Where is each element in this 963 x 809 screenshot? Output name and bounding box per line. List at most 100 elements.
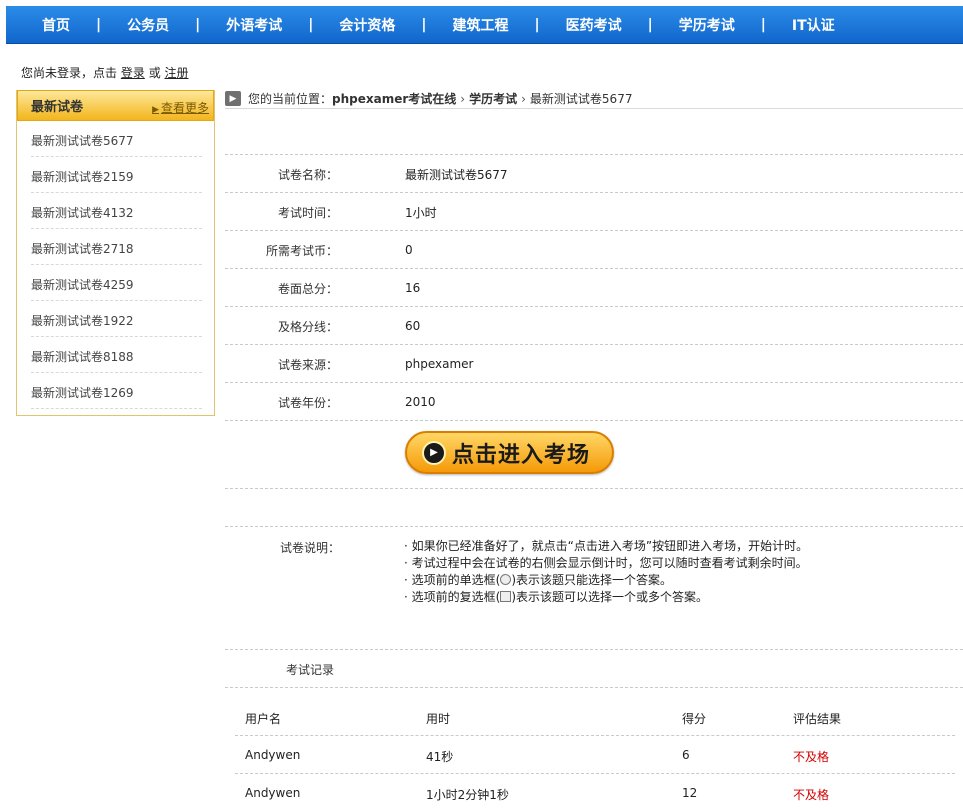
exam-source-label: 试卷来源： bbox=[277, 357, 338, 372]
notes-label: 试卷说明： bbox=[280, 541, 341, 555]
exam-name-row: 试卷名称： 最新测试试卷5677 bbox=[225, 155, 963, 193]
exam-name-value: 最新测试试卷5677 bbox=[405, 167, 508, 182]
sidebar-paper-link[interactable]: 最新测试试卷4132 bbox=[31, 206, 134, 220]
cell-score: 6 bbox=[682, 748, 690, 762]
nav-separator: | bbox=[195, 16, 201, 33]
radio-icon bbox=[500, 574, 512, 585]
cell-result: 不及格 bbox=[793, 750, 830, 764]
exam-coins-label: 所需考试币： bbox=[265, 243, 338, 258]
enter-exam-label: 点击进入考场 bbox=[452, 442, 591, 468]
login-status: 您尚未登录，点击 登录 或 注册 bbox=[21, 64, 189, 81]
top-navigation: 首页 | 公务员 | 外语考试 | 会计资格 | 建筑工程 | 医药考试 | 学历考试 | I… bbox=[6, 6, 963, 44]
sidebar-paper-link[interactable]: 最新测试试卷4259 bbox=[31, 278, 134, 292]
cell-time: 41秒 bbox=[426, 750, 454, 764]
register-link[interactable]: 注册 bbox=[165, 66, 189, 80]
breadcrumb-site-link[interactable]: phpexamer考试在线 bbox=[332, 90, 456, 107]
latest-papers-sidebar: 最新试卷 ▶ 查看更多 最新测试试卷5677 最新测试试卷2159 最新测试试卷4… bbox=[16, 90, 215, 416]
exam-total-label: 卷面总分： bbox=[277, 281, 338, 296]
instruction-line: 选项前的单选框()表示该题只能选择一个答案。 bbox=[404, 572, 808, 589]
nav-it-cert[interactable]: IT认证 bbox=[784, 15, 843, 35]
exam-total-value: 16 bbox=[405, 281, 421, 295]
col-header-username: 用户名 bbox=[245, 712, 282, 726]
play-icon: ▶ bbox=[422, 440, 446, 465]
exam-time-row: 考试时间： 1小时 bbox=[225, 193, 963, 231]
exam-year-value: 2010 bbox=[405, 395, 436, 409]
col-header-score: 得分 bbox=[682, 712, 707, 726]
checkbox-icon bbox=[500, 591, 512, 602]
sidebar-paper-link[interactable]: 最新测试试卷1269 bbox=[31, 386, 134, 400]
sidebar-item: 最新测试试卷8188 bbox=[31, 337, 202, 373]
exam-year-label: 试卷年份： bbox=[277, 395, 338, 410]
chevron-right-icon: ▶ bbox=[225, 91, 241, 106]
sidebar-item: 最新测试试卷2718 bbox=[31, 229, 202, 265]
cell-score: 12 bbox=[682, 786, 698, 800]
sidebar-paper-link[interactable]: 最新测试试卷2718 bbox=[31, 242, 134, 256]
exam-total-row: 卷面总分： 16 bbox=[225, 269, 963, 307]
login-prompt: 您尚未登录，点击 bbox=[21, 66, 118, 80]
view-more-link[interactable]: ▶ 查看更多 bbox=[152, 99, 209, 116]
nav-separator: | bbox=[96, 16, 102, 33]
nav-foreign-language[interactable]: 外语考试 bbox=[218, 15, 290, 35]
nav-separator: | bbox=[421, 16, 427, 33]
nav-medicine[interactable]: 医药考试 bbox=[558, 15, 630, 35]
col-header-time: 用时 bbox=[426, 712, 451, 726]
instruction-line: 选项前的复选框()表示该题可以选择一个或多个答案。 bbox=[404, 589, 808, 606]
breadcrumb-current: 最新测试试卷5677 bbox=[529, 92, 633, 106]
login-or: 或 bbox=[148, 66, 161, 80]
exam-coins-value: 0 bbox=[405, 243, 413, 257]
divider bbox=[225, 687, 963, 688]
cell-time: 1小时2分钟1秒 bbox=[426, 788, 509, 802]
records-title: 考试记录 bbox=[286, 663, 335, 677]
sidebar-item: 最新测试试卷5677 bbox=[31, 121, 202, 157]
cell-username: Andywen bbox=[245, 748, 301, 762]
login-link[interactable]: 登录 bbox=[121, 66, 145, 80]
nav-separator: | bbox=[647, 16, 653, 33]
breadcrumb-prefix: 您的当前位置： bbox=[248, 92, 333, 106]
exam-pass-value: 60 bbox=[405, 319, 421, 333]
cell-result: 不及格 bbox=[793, 788, 830, 802]
divider bbox=[225, 526, 963, 527]
exam-pass-label: 及格分线： bbox=[277, 319, 338, 334]
sidebar-item: 最新测试试卷1269 bbox=[31, 373, 202, 409]
sidebar-item: 最新测试试卷4132 bbox=[31, 193, 202, 229]
table-row: Andywen 41秒 6 不及格 bbox=[235, 736, 955, 774]
arrow-right-icon: ▶ bbox=[152, 105, 159, 115]
sidebar-paper-link[interactable]: 最新测试试卷2159 bbox=[31, 170, 134, 184]
sidebar-paper-link[interactable]: 最新测试试卷8188 bbox=[31, 350, 134, 364]
breadcrumb-separator-icon: › bbox=[460, 91, 466, 106]
breadcrumb-category-link[interactable]: 学历考试 bbox=[469, 90, 517, 107]
nav-accounting[interactable]: 会计资格 bbox=[331, 15, 403, 35]
instruction-line: 考试过程中会在试卷的右侧会显示倒计时，您可以随时查看考试剩余时间。 bbox=[404, 555, 808, 572]
sidebar-item: 最新测试试卷1922 bbox=[31, 301, 202, 337]
nav-home[interactable]: 首页 bbox=[34, 15, 78, 35]
exam-name-label: 试卷名称： bbox=[277, 167, 338, 182]
exam-source-row: 试卷来源： phpexamer bbox=[225, 345, 963, 383]
records-table: 用户名 用时 得分 评估结果 Andywen 41秒 6 不及格 Andywen… bbox=[235, 698, 955, 809]
exam-time-value: 1小时 bbox=[405, 205, 437, 220]
breadcrumb-separator-icon: › bbox=[521, 91, 526, 106]
nav-separator: | bbox=[308, 16, 314, 33]
exam-instructions: 如果你已经准备好了，就点击“点击进入考场”按钮即进入考场，开始计时。 考试过程中… bbox=[404, 538, 808, 606]
exam-coins-row: 所需考试币： 0 bbox=[225, 231, 963, 269]
nav-separator: | bbox=[534, 16, 540, 33]
nav-civil-servant[interactable]: 公务员 bbox=[119, 15, 177, 35]
records-header-row: 用户名 用时 得分 评估结果 bbox=[235, 698, 955, 736]
sidebar-header: 最新试卷 ▶ 查看更多 bbox=[17, 90, 214, 121]
sidebar-item: 最新测试试卷2159 bbox=[31, 157, 202, 193]
sidebar-item: 最新测试试卷4259 bbox=[31, 265, 202, 301]
sidebar-paper-link[interactable]: 最新测试试卷1922 bbox=[31, 314, 134, 328]
sidebar-paper-link[interactable]: 最新测试试卷5677 bbox=[31, 134, 134, 148]
table-row: Andywen 1小时2分钟1秒 12 不及格 bbox=[235, 774, 955, 809]
enter-exam-button[interactable]: ▶ 点击进入考场 bbox=[405, 431, 614, 474]
exam-year-row: 试卷年份： 2010 bbox=[225, 383, 963, 421]
exam-pass-row: 及格分线： 60 bbox=[225, 307, 963, 345]
exam-source-value: phpexamer bbox=[405, 357, 474, 371]
nav-construction[interactable]: 建筑工程 bbox=[445, 15, 517, 35]
nav-academic[interactable]: 学历考试 bbox=[671, 15, 743, 35]
divider bbox=[225, 649, 963, 650]
instruction-line: 如果你已经准备好了，就点击“点击进入考场”按钮即进入考场，开始计时。 bbox=[404, 538, 808, 555]
exam-time-label: 考试时间： bbox=[277, 205, 338, 220]
cell-username: Andywen bbox=[245, 786, 301, 800]
divider bbox=[225, 488, 963, 489]
col-header-result: 评估结果 bbox=[793, 712, 842, 726]
